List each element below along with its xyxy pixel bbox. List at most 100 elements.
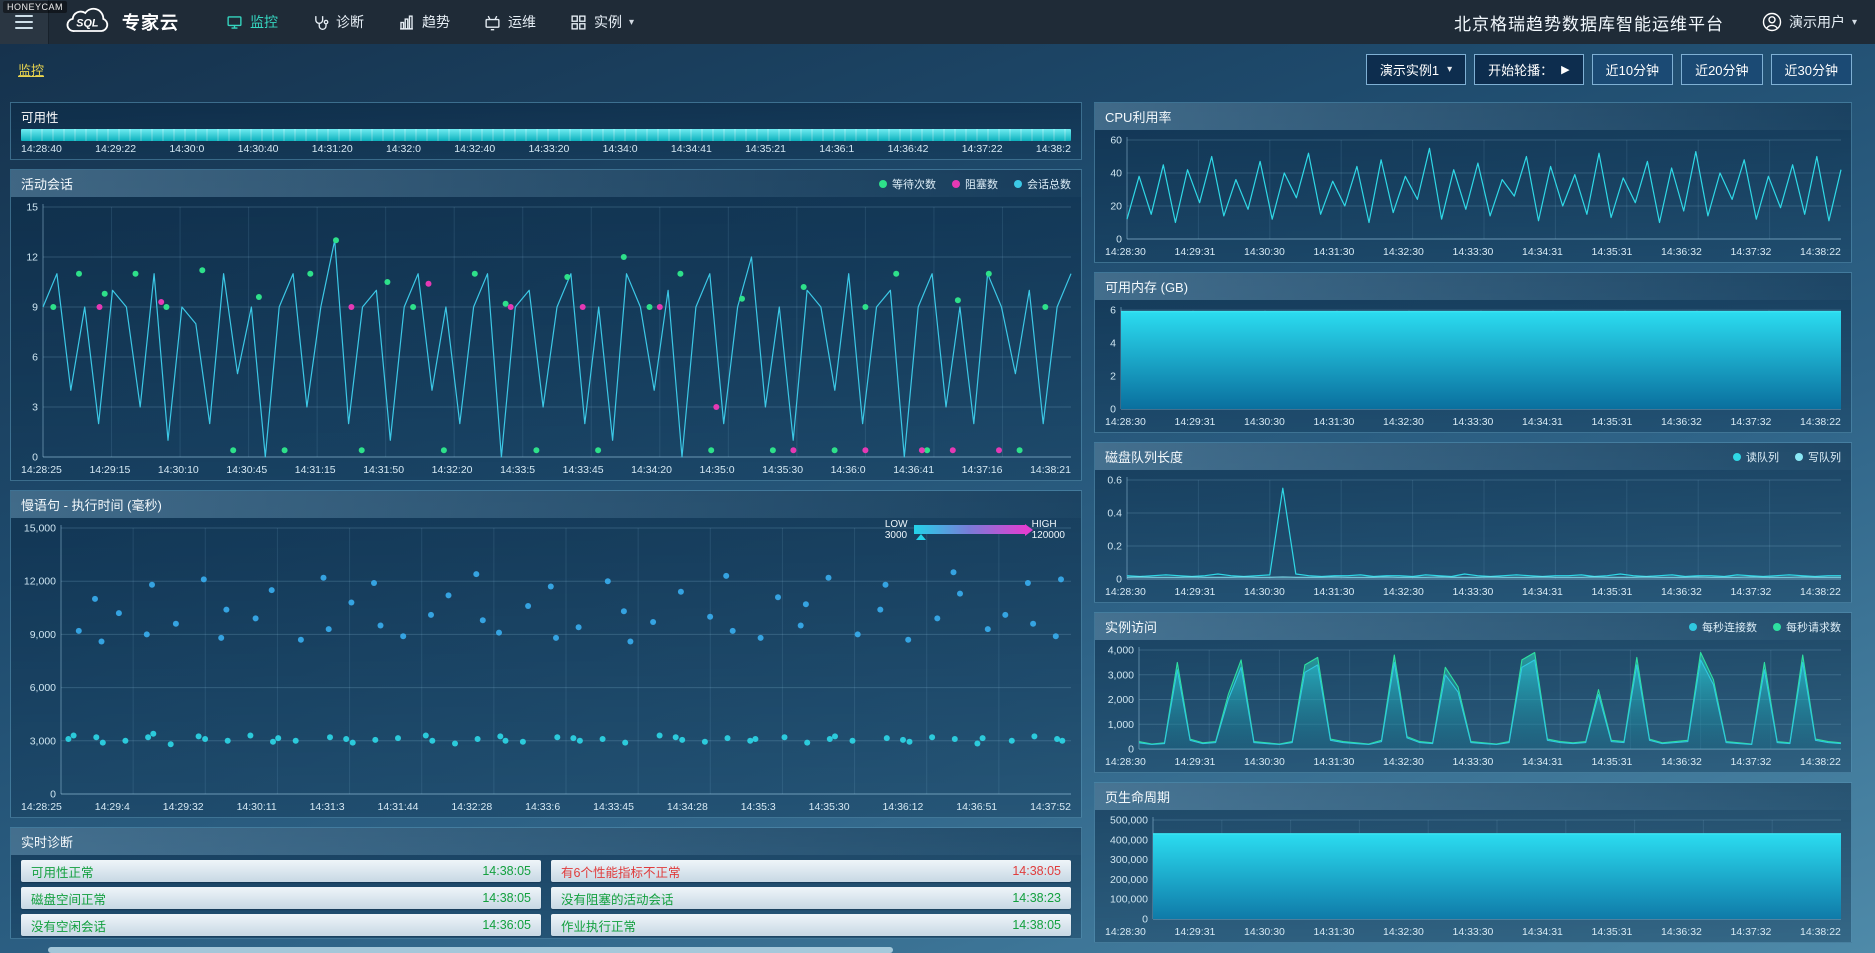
realtime-diagnosis-panel: 实时诊断 可用性正常14:38:05有6个性能指标不正常14:38:05磁盘空间… [10, 827, 1082, 939]
diagnosis-row[interactable]: 作业执行正常14:38:05 [551, 914, 1071, 936]
x-axis-label: 14:32:28 [451, 801, 492, 813]
legend-item[interactable]: 读队列 [1733, 449, 1779, 465]
x-axis-label: 14:36:32 [1661, 416, 1702, 428]
x-axis-label: 14:37:32 [1731, 756, 1772, 768]
svg-text:0: 0 [50, 789, 56, 801]
x-axis-label: 14:35:31 [1592, 586, 1633, 598]
panel-title: 页生命周期 [1105, 787, 1170, 806]
subheader: 监控 演示实例1 ▾ 开始轮播： ▶ 近10分钟近20分钟近30分钟 [0, 44, 1875, 94]
x-axis-label: 14:31:50 [363, 464, 404, 476]
nav-item-ops[interactable]: 运维 [467, 0, 553, 44]
x-axis-label: 14:34:41 [671, 143, 712, 155]
x-axis-label: 14:36:32 [1661, 756, 1702, 768]
legend-label: 每秒请求数 [1786, 619, 1841, 635]
gradient-low-marker[interactable] [916, 534, 926, 540]
range-button-group: 近10分钟近20分钟近30分钟 [1592, 54, 1852, 85]
svg-text:20: 20 [1110, 201, 1122, 213]
horizontal-scrollbar[interactable] [48, 947, 893, 953]
x-axis-label: 14:35:3 [741, 801, 776, 813]
chevron-down-icon: ▾ [1447, 64, 1452, 75]
carousel-label: 开始轮播： [1488, 60, 1553, 79]
legend-label: 阻塞数 [965, 176, 998, 192]
svg-text:9,000: 9,000 [30, 629, 56, 641]
svg-text:15,000: 15,000 [24, 523, 56, 535]
svg-text:3,000: 3,000 [30, 735, 56, 747]
user-name: 演示用户 [1789, 12, 1845, 32]
diagnosis-grid: 可用性正常14:38:05有6个性能指标不正常14:38:05磁盘空间正常14:… [11, 855, 1081, 941]
range-button-3[interactable]: 近30分钟 [1771, 54, 1852, 85]
range-button-1[interactable]: 近10分钟 [1592, 54, 1673, 85]
x-axis-label: 14:28:30 [1105, 586, 1146, 598]
x-axis: 14:28:3014:29:3114:30:3014:31:3014:32:30… [1095, 585, 1851, 602]
x-axis-label: 14:32:30 [1383, 586, 1424, 598]
diagnosis-text: 可用性正常 [31, 862, 94, 881]
x-axis-label: 14:34:20 [631, 464, 672, 476]
svg-text:12: 12 [26, 252, 38, 264]
x-axis-label: 14:36:32 [1661, 926, 1702, 938]
legend-item[interactable]: 等待次数 [879, 176, 936, 192]
gradient-high-marker[interactable] [1025, 524, 1033, 536]
nav-item-trend[interactable]: 趋势 [381, 0, 467, 44]
diagnosis-text: 没有空闲会话 [31, 916, 106, 935]
legend-item[interactable]: 会话总数 [1014, 176, 1071, 192]
gradient-legend: LOW 3000 HIGH 120000 [885, 519, 1065, 541]
x-axis-label: 14:37:32 [1731, 416, 1772, 428]
svg-text:6: 6 [32, 352, 38, 364]
brand-logo[interactable]: SQL 专家云 [49, 0, 199, 44]
panel-title: 实例访问 [1105, 617, 1157, 636]
svg-text:0: 0 [32, 452, 38, 464]
svg-text:2,000: 2,000 [1108, 694, 1134, 706]
x-axis: 14:28:3014:29:3114:30:3014:31:3014:32:30… [1095, 415, 1851, 432]
cloud-logo-icon: SQL [61, 7, 115, 37]
x-axis-label: 14:32:30 [1383, 926, 1424, 938]
gradient-bar[interactable] [914, 525, 1026, 534]
diagnosis-row[interactable]: 可用性正常14:38:05 [21, 860, 541, 882]
range-button-2[interactable]: 近20分钟 [1681, 54, 1762, 85]
svg-text:4,000: 4,000 [1108, 645, 1134, 657]
diagnosis-row[interactable]: 有6个性能指标不正常14:38:05 [551, 860, 1071, 882]
svg-text:2: 2 [1110, 371, 1116, 383]
nav-item-monitor[interactable]: 监控 [209, 0, 295, 44]
x-axis-label: 14:29:31 [1175, 756, 1216, 768]
breadcrumb[interactable]: 监控 [18, 60, 44, 79]
svg-text:0.6: 0.6 [1107, 475, 1122, 487]
memory-panel: 可用内存 (GB) 0246 14:28:3014:29:3114:30:301… [1094, 272, 1852, 433]
ops-icon [484, 14, 501, 31]
diagnosis-text: 磁盘空间正常 [31, 889, 106, 908]
instance-select[interactable]: 演示实例1 ▾ [1366, 54, 1466, 85]
carousel-button[interactable]: 开始轮播： ▶ [1474, 54, 1583, 85]
diagnosis-row[interactable]: 磁盘空间正常14:38:05 [21, 887, 541, 909]
x-axis-label: 14:34:31 [1522, 756, 1563, 768]
panel-title: 实时诊断 [21, 832, 73, 851]
legend-dot [1733, 453, 1741, 461]
legend-item[interactable]: 每秒请求数 [1773, 619, 1841, 635]
panel-title: 慢语句 - 执行时间 (毫秒) [21, 495, 162, 514]
x-axis-label: 14:37:32 [1731, 926, 1772, 938]
x-axis-label: 14:29:4 [95, 801, 130, 813]
chart-legend: 读队列写队列 [1733, 449, 1841, 465]
legend-low-label: LOW [885, 519, 908, 530]
diagnosis-row[interactable]: 没有空闲会话14:36:05 [21, 914, 541, 936]
user-menu[interactable]: 演示用户 ▾ [1762, 12, 1857, 32]
x-axis-label: 14:32:30 [1383, 246, 1424, 258]
availability-bar[interactable] [21, 129, 1071, 141]
x-axis-label: 14:34:31 [1522, 246, 1563, 258]
x-axis-label: 14:31:30 [1314, 246, 1355, 258]
svg-text:4: 4 [1110, 338, 1116, 350]
chevron-down-icon: ▾ [1852, 17, 1857, 28]
legend-item[interactable]: 每秒连接数 [1689, 619, 1757, 635]
x-axis-label: 14:34:0 [603, 143, 638, 155]
diagnosis-row[interactable]: 没有阻塞的活动会话14:38:23 [551, 887, 1071, 909]
legend-high-value: 120000 [1032, 530, 1065, 541]
svg-text:0: 0 [1116, 234, 1122, 246]
svg-text:1,000: 1,000 [1108, 719, 1134, 731]
nav-item-instance[interactable]: 实例▾ [553, 0, 651, 44]
diagnosis-time: 14:38:23 [1012, 891, 1061, 905]
legend-item[interactable]: 写队列 [1795, 449, 1841, 465]
main-nav: 监控诊断趋势运维实例▾ [209, 0, 651, 44]
x-axis-label: 14:33:6 [525, 801, 560, 813]
x-axis-label: 14:32:0 [386, 143, 421, 155]
diagnosis-time: 14:38:05 [1012, 918, 1061, 932]
legend-item[interactable]: 阻塞数 [952, 176, 998, 192]
nav-item-stethoscope[interactable]: 诊断 [295, 0, 381, 44]
